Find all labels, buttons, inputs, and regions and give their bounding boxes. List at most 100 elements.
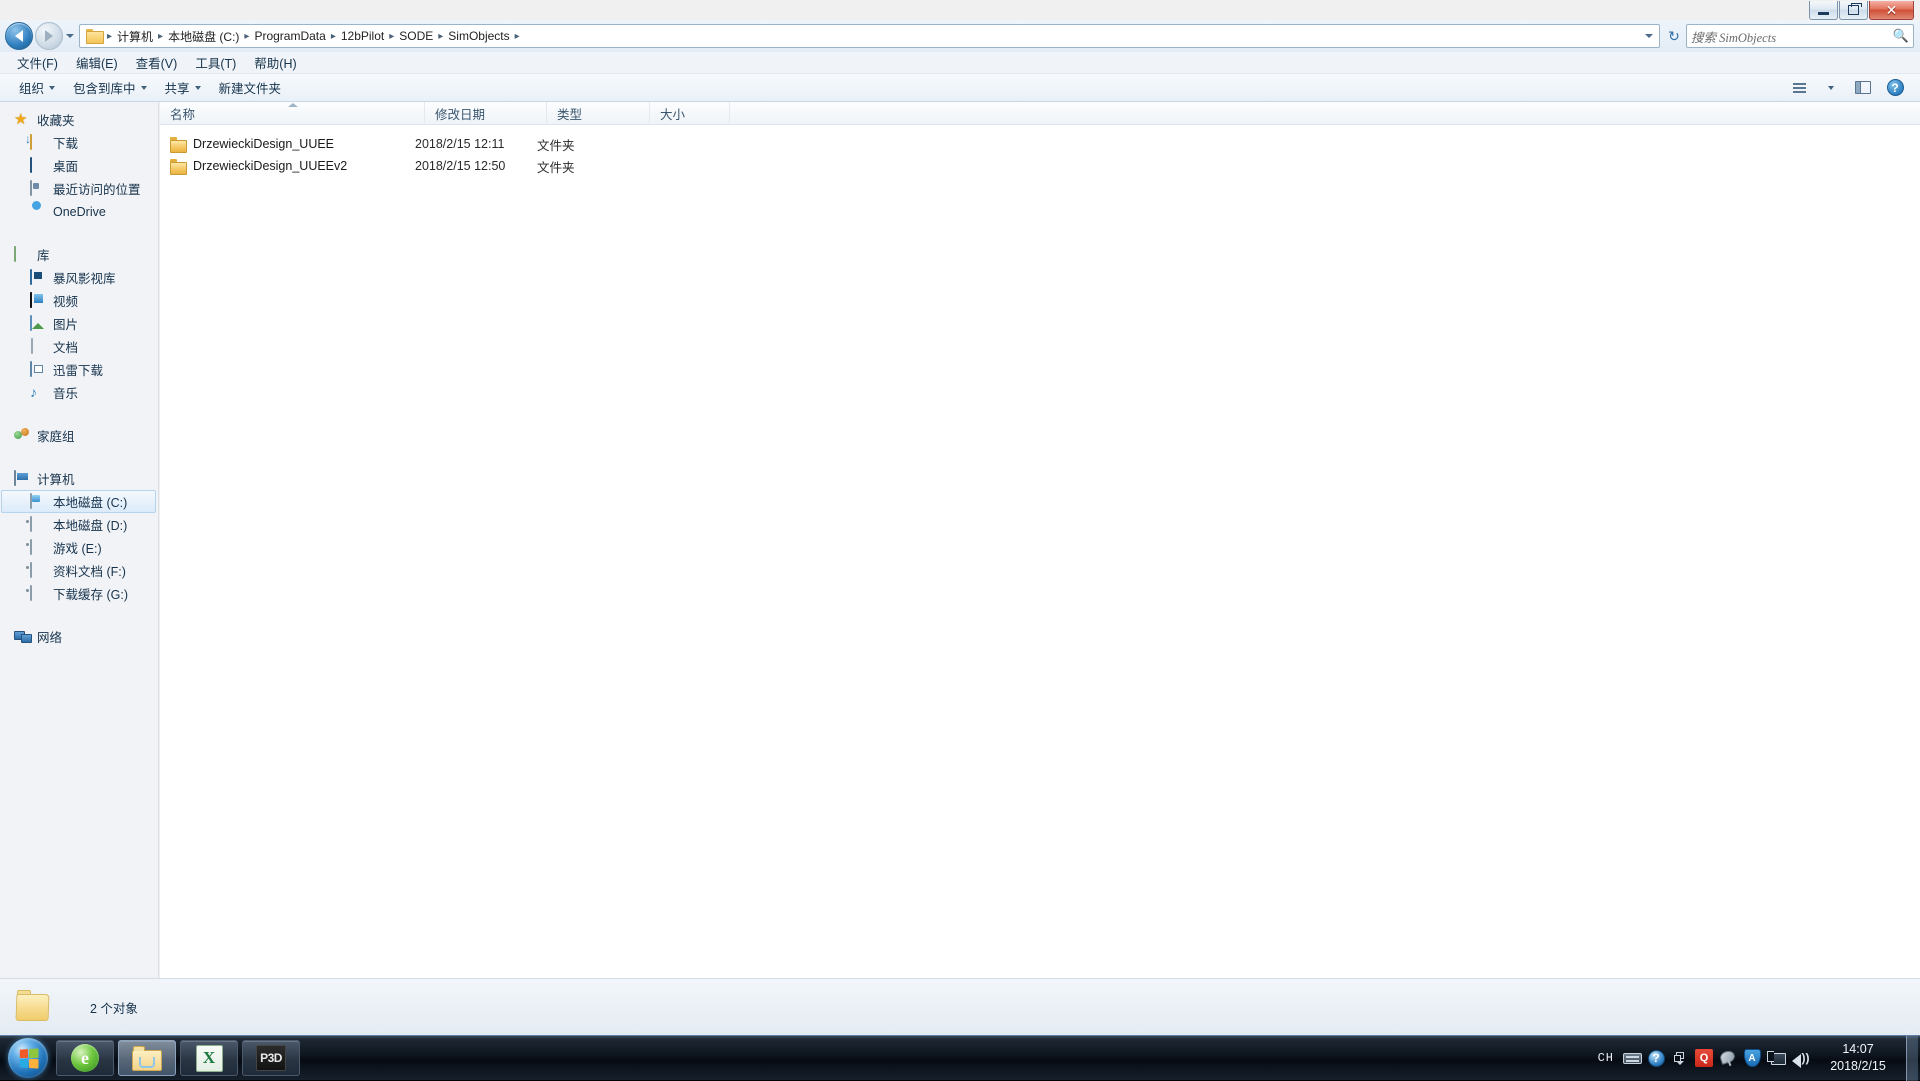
- sidebar-item-baofeng-library[interactable]: 暴风影视库: [0, 266, 158, 289]
- file-date-cell: 2018/2/15 12:11: [415, 137, 505, 151]
- breadcrumb-separator[interactable]: ▸: [514, 31, 521, 42]
- file-date-cell: 2018/2/15 12:50: [415, 159, 506, 173]
- breadcrumb[interactable]: ▸ 计算机 ▸ 本地磁盘 (C:) ▸ ProgramData ▸ 12bPil…: [79, 24, 1660, 48]
- column-header-size[interactable]: 大小: [650, 102, 730, 125]
- column-label: 修改日期: [435, 107, 486, 122]
- include-in-library-button[interactable]: 包含到库中: [64, 75, 156, 100]
- close-button[interactable]: ✕: [1869, 1, 1914, 20]
- antivirus-shield-icon[interactable]: A: [1740, 1044, 1764, 1072]
- keyboard-icon[interactable]: [1620, 1044, 1644, 1072]
- breadcrumb-item-computer[interactable]: 计算机: [113, 26, 157, 47]
- view-list-icon: [1792, 82, 1806, 93]
- file-name-cell[interactable]: DrzewieckiDesign_UUEE: [160, 137, 415, 153]
- qq-icon[interactable]: Q: [1692, 1044, 1716, 1072]
- table-row[interactable]: DrzewieckiDesign_UUEE 2018/2/15 12:11 文件…: [160, 133, 1920, 155]
- change-view-button[interactable]: [1786, 77, 1812, 99]
- start-button[interactable]: [4, 1037, 52, 1079]
- refresh-button[interactable]: ↻: [1662, 24, 1686, 48]
- menu-item-help[interactable]: 帮助(H): [245, 51, 305, 74]
- sidebar-item-documents[interactable]: 文档: [0, 335, 158, 358]
- taskbar-button-p3d[interactable]: P3D: [242, 1040, 300, 1076]
- menu-bar: 文件(F) 编辑(E) 查看(V) 工具(T) 帮助(H): [0, 52, 1920, 74]
- restore-button[interactable]: [1839, 1, 1868, 20]
- network-monitor-icon[interactable]: [1764, 1044, 1788, 1072]
- file-name-cell[interactable]: DrzewieckiDesign_UUEEv2: [160, 159, 415, 175]
- new-folder-button[interactable]: 新建文件夹: [210, 75, 291, 100]
- search-input[interactable]: 搜索 SimObjects 🔍: [1686, 24, 1914, 48]
- sidebar-item-music[interactable]: ♪ 音乐: [0, 381, 158, 404]
- taskbar-button-explorer[interactable]: [118, 1040, 176, 1076]
- share-with-button[interactable]: 共享: [156, 75, 210, 100]
- breadcrumb-separator[interactable]: ▸: [157, 31, 164, 42]
- sidebar-item-thunder-download[interactable]: 迅雷下载: [0, 358, 158, 381]
- sidebar-item-recent-places[interactable]: 最近访问的位置: [0, 177, 158, 200]
- taskbar-button-browser[interactable]: e: [56, 1040, 114, 1076]
- breadcrumb-item-sode[interactable]: SODE: [395, 27, 437, 45]
- sidebar-item-network[interactable]: 网络: [0, 625, 158, 648]
- sidebar-item-local-disk-c[interactable]: 本地磁盘 (C:): [1, 490, 156, 513]
- sidebar-item-homegroup[interactable]: 家庭组: [0, 424, 158, 447]
- sidebar-item-downloads[interactable]: 下载: [0, 131, 158, 154]
- column-header-name[interactable]: 名称: [160, 102, 425, 125]
- chevron-down-icon: [66, 34, 74, 38]
- menu-item-tools[interactable]: 工具(T): [186, 51, 245, 74]
- preview-pane-icon: [1855, 81, 1871, 94]
- forward-button[interactable]: [35, 22, 63, 50]
- breadcrumb-separator[interactable]: ▸: [106, 31, 113, 42]
- breadcrumb-separator[interactable]: ▸: [388, 31, 395, 42]
- sidebar-item-videos[interactable]: 视频: [0, 289, 158, 312]
- sidebar-item-games-e[interactable]: 游戏 (E:): [0, 536, 158, 559]
- clock[interactable]: 14:07 2018/2/15: [1812, 1036, 1904, 1081]
- show-hidden-icons-icon[interactable]: [1668, 1044, 1692, 1072]
- table-row[interactable]: DrzewieckiDesign_UUEEv2 2018/2/15 12:50 …: [160, 155, 1920, 177]
- sidebar-item-local-disk-d[interactable]: 本地磁盘 (D:): [0, 513, 158, 536]
- documents-icon: [30, 338, 47, 354]
- menu-item-file[interactable]: 文件(F): [8, 51, 67, 74]
- back-button[interactable]: [5, 22, 33, 50]
- clock-date: 2018/2/15: [1830, 1059, 1886, 1073]
- satellite-icon[interactable]: [1716, 1044, 1740, 1072]
- sidebar-item-favorites[interactable]: ★ 收藏夹: [0, 108, 158, 131]
- p3d-icon: P3D: [256, 1045, 286, 1071]
- change-view-dropdown[interactable]: [1818, 77, 1844, 99]
- preview-pane-button[interactable]: [1850, 77, 1876, 99]
- column-label: 大小: [660, 107, 686, 122]
- menu-item-view[interactable]: 查看(V): [127, 51, 187, 74]
- music-icon: ♪: [30, 384, 37, 400]
- volume-icon[interactable]: [1788, 1044, 1812, 1072]
- sidebar-item-onedrive[interactable]: OneDrive: [0, 200, 158, 223]
- taskbar-button-excel[interactable]: X: [180, 1040, 238, 1076]
- breadcrumb-separator[interactable]: ▸: [437, 31, 444, 42]
- sidebar-item-computer[interactable]: 计算机: [0, 467, 158, 490]
- sidebar-label: 本地磁盘 (D:): [53, 519, 128, 533]
- breadcrumb-item-programdata[interactable]: ProgramData: [250, 27, 329, 45]
- column-header-date-modified[interactable]: 修改日期: [425, 102, 547, 125]
- ime-indicator[interactable]: CH: [1592, 1051, 1620, 1065]
- forward-arrow-icon: [45, 30, 53, 42]
- breadcrumb-separator[interactable]: ▸: [243, 31, 250, 42]
- navigation-pane[interactable]: ★ 收藏夹 下载 桌面 最近访问的位置 OneDrive: [0, 102, 159, 978]
- sidebar-item-libraries[interactable]: 库: [0, 243, 158, 266]
- drive-icon: [30, 562, 47, 578]
- breadcrumb-separator[interactable]: ▸: [330, 31, 337, 42]
- sidebar-item-pictures[interactable]: 图片: [0, 312, 158, 335]
- column-header-type[interactable]: 类型: [547, 102, 650, 125]
- file-list-pane[interactable]: 名称 修改日期 类型 大小 DrzewieckiDesign_UUEE 2018…: [160, 102, 1920, 978]
- organize-button[interactable]: 组织: [10, 75, 64, 100]
- breadcrumb-item-local-disk-c[interactable]: 本地磁盘 (C:): [164, 26, 243, 47]
- help-button[interactable]: ?: [1882, 77, 1908, 99]
- address-dropdown-button[interactable]: [1641, 25, 1657, 47]
- minimize-button[interactable]: [1809, 1, 1838, 20]
- sidebar-item-download-cache-g[interactable]: 下载缓存 (G:): [0, 582, 158, 605]
- sidebar-item-desktop[interactable]: 桌面: [0, 154, 158, 177]
- column-label: 类型: [557, 107, 583, 122]
- breadcrumb-item-12bpilot[interactable]: 12bPilot: [337, 27, 388, 45]
- breadcrumb-item-simobjects[interactable]: SimObjects: [444, 27, 513, 45]
- recent-locations-button[interactable]: [63, 22, 77, 50]
- sidebar-item-documents-f[interactable]: 资料文档 (F:): [0, 559, 158, 582]
- show-desktop-button[interactable]: [1906, 1035, 1918, 1081]
- help-icon[interactable]: ?: [1644, 1044, 1668, 1072]
- menu-item-edit[interactable]: 编辑(E): [67, 51, 127, 74]
- share-with-label: 共享: [164, 82, 190, 96]
